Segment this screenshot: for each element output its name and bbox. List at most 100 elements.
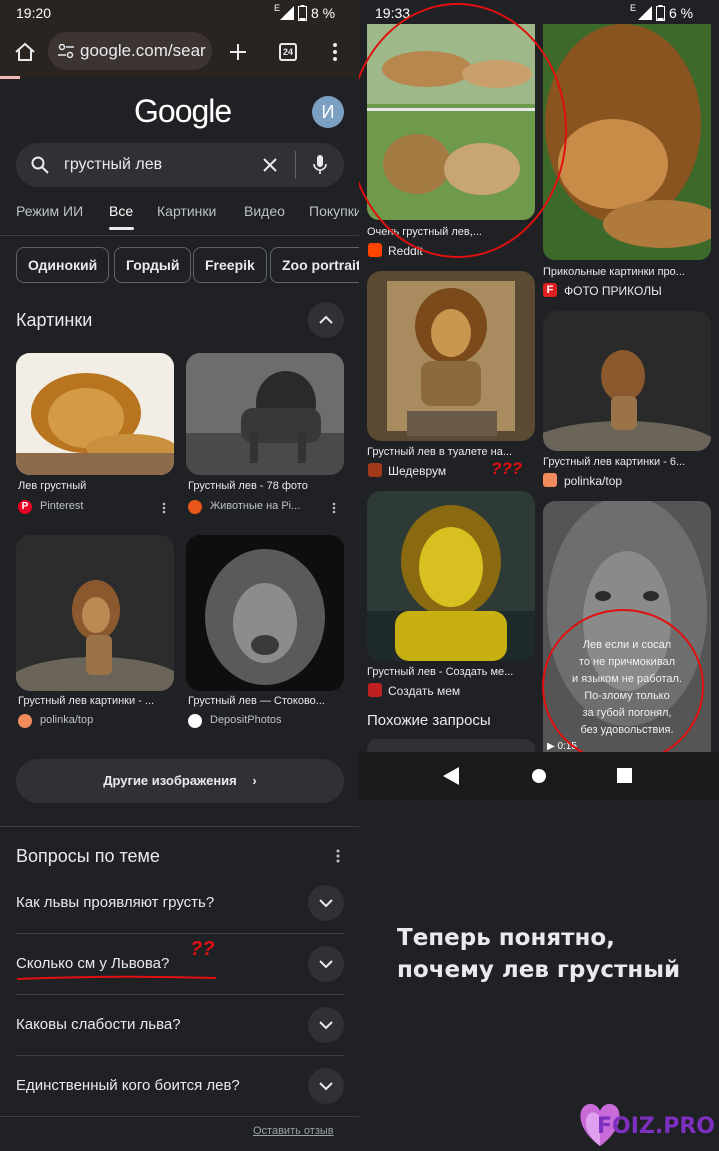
tab-switcher-button[interactable]: 24 [279, 43, 297, 61]
battery-level: 8 % [311, 5, 336, 21]
site-settings-icon[interactable] [58, 44, 74, 58]
chip-freepik[interactable]: Freepik [193, 247, 267, 283]
related-card[interactable] [367, 739, 535, 753]
mic-icon[interactable] [313, 154, 327, 176]
image-result-2[interactable] [186, 353, 344, 475]
image-result-r2[interactable] [543, 24, 711, 260]
tab-images[interactable]: Картинки [157, 203, 216, 219]
search-box[interactable]: грустный лев [16, 143, 344, 187]
new-tab-icon[interactable] [229, 43, 247, 61]
image-caption-1: Лев грустный [18, 480, 87, 492]
shedevrum-icon [368, 463, 382, 477]
red-circle-annotation [359, 3, 567, 258]
collapse-images-button[interactable] [308, 302, 344, 338]
sozdat-mem-icon [368, 683, 382, 697]
chevron-down-icon [319, 1021, 333, 1030]
question-4[interactable]: Единственный кого боится лев? [16, 1077, 240, 1094]
tabs-divider [0, 235, 359, 236]
screenshot-collage: 19:20 E 8 % google.com/sear 24 Google И … [0, 0, 719, 1151]
images-section-title: Картинки [16, 310, 93, 330]
question-divider [16, 933, 344, 934]
left-phone-screen: 19:20 E 8 % google.com/sear 24 Google И … [0, 0, 359, 1151]
question-divider [16, 994, 344, 995]
image-result-r3[interactable] [367, 271, 535, 441]
image-result-1[interactable] [16, 353, 174, 475]
recents-icon[interactable] [617, 768, 633, 784]
search-icon [31, 156, 49, 174]
question-1[interactable]: Как львы проявляют грусть? [16, 894, 214, 911]
battery-icon [656, 5, 665, 21]
signal-icon [280, 6, 294, 20]
expand-question-1[interactable] [308, 885, 344, 921]
lion-on-rock-image [16, 535, 174, 691]
questions-title: Вопросы по теме [16, 846, 160, 866]
foiz-watermark: FOIZ.PRO [575, 1100, 715, 1148]
home-icon[interactable] [14, 42, 36, 62]
image-caption-r2: Прикольные картинки про... [543, 266, 685, 278]
expand-question-4[interactable] [308, 1068, 344, 1104]
tab-shopping[interactable]: Покупки [309, 203, 359, 219]
image-caption-3: Грустный лев картинки - ... [18, 695, 155, 707]
clear-icon[interactable] [263, 158, 277, 172]
chip-proud[interactable]: Гордый [114, 247, 192, 283]
meme-caption: Теперь понятно, почему лев грустный [397, 925, 681, 983]
polinka-icon [18, 714, 32, 728]
question-3[interactable]: Каковы слабости льва? [16, 1016, 181, 1033]
feedback-divider [0, 1116, 359, 1117]
status-time: 19:20 [16, 5, 52, 21]
chevron-up-icon [319, 315, 333, 324]
image-source-2: Животные на Pi... [210, 500, 301, 512]
google-logo: Google [134, 93, 232, 129]
browser-toolbar: google.com/sear 24 [0, 28, 359, 78]
lion-hiding-face-image [543, 24, 711, 260]
more-images-label: Другие изображения [103, 773, 237, 788]
url-bar[interactable]: google.com/sear [48, 32, 212, 70]
expand-question-2[interactable] [308, 946, 344, 982]
network-type: E [630, 3, 637, 13]
question-annotation: ?? [190, 938, 215, 960]
image-result-3[interactable] [16, 535, 174, 691]
tab-all[interactable]: Все [109, 203, 133, 219]
expand-question-3[interactable] [308, 1007, 344, 1043]
chip-lonely[interactable]: Одинокий [16, 247, 110, 283]
search-query[interactable]: грустный лев [64, 156, 162, 174]
menu-dots-icon[interactable] [333, 43, 337, 61]
image-caption-r5: Грустный лев - Создать ме... [367, 666, 514, 678]
more-images-button[interactable]: Другие изображения › [16, 759, 344, 803]
image-caption-r4: Грустный лев картинки - 6... [543, 456, 686, 468]
chip-zoo-portrait[interactable]: Zoo portrait [270, 247, 359, 283]
image-caption-4: Грустный лев — Стоково... [188, 695, 325, 707]
battery-icon [298, 5, 307, 21]
watermark-text: FOIZ.PRO [597, 1114, 715, 1139]
lion-on-rock-image [543, 311, 711, 451]
account-avatar[interactable]: И [312, 96, 344, 128]
foto-prikoly-icon: F [543, 283, 557, 297]
image-menu-icon[interactable] [162, 502, 166, 514]
image-source-4: DepositPhotos [210, 714, 282, 726]
image-source-3: polinka/top [40, 714, 94, 726]
image-caption-r3: Грустный лев в туалете на... [367, 446, 513, 458]
questions-menu-icon[interactable] [336, 849, 340, 863]
image-result-4[interactable] [186, 535, 344, 691]
red-circle-annotation [542, 609, 704, 764]
home-icon[interactable] [531, 768, 547, 784]
depositphotos-icon [188, 714, 202, 728]
lion-portrait-image [186, 535, 344, 691]
red-underline [16, 975, 217, 980]
tab-ai-mode[interactable]: Режим ИИ [16, 203, 83, 219]
image-caption-2: Грустный лев - 78 фото [188, 480, 308, 492]
chevron-down-icon [319, 899, 333, 908]
image-result-r4[interactable] [543, 311, 711, 451]
lion-on-toilet-image [367, 271, 535, 441]
question-2[interactable]: Сколько см у Львова? [16, 955, 169, 972]
feedback-link[interactable]: Оставить отзыв [253, 1125, 334, 1137]
search-divider [295, 151, 296, 179]
tab-video[interactable]: Видео [244, 203, 285, 219]
image-result-r5[interactable] [367, 491, 535, 661]
polinka-icon [543, 473, 557, 487]
image-menu-icon[interactable] [332, 502, 336, 514]
status-bar: 19:20 E 8 % [0, 0, 359, 28]
reddit-icon [368, 243, 382, 257]
page-load-progress [0, 76, 20, 79]
back-icon[interactable] [443, 767, 459, 785]
